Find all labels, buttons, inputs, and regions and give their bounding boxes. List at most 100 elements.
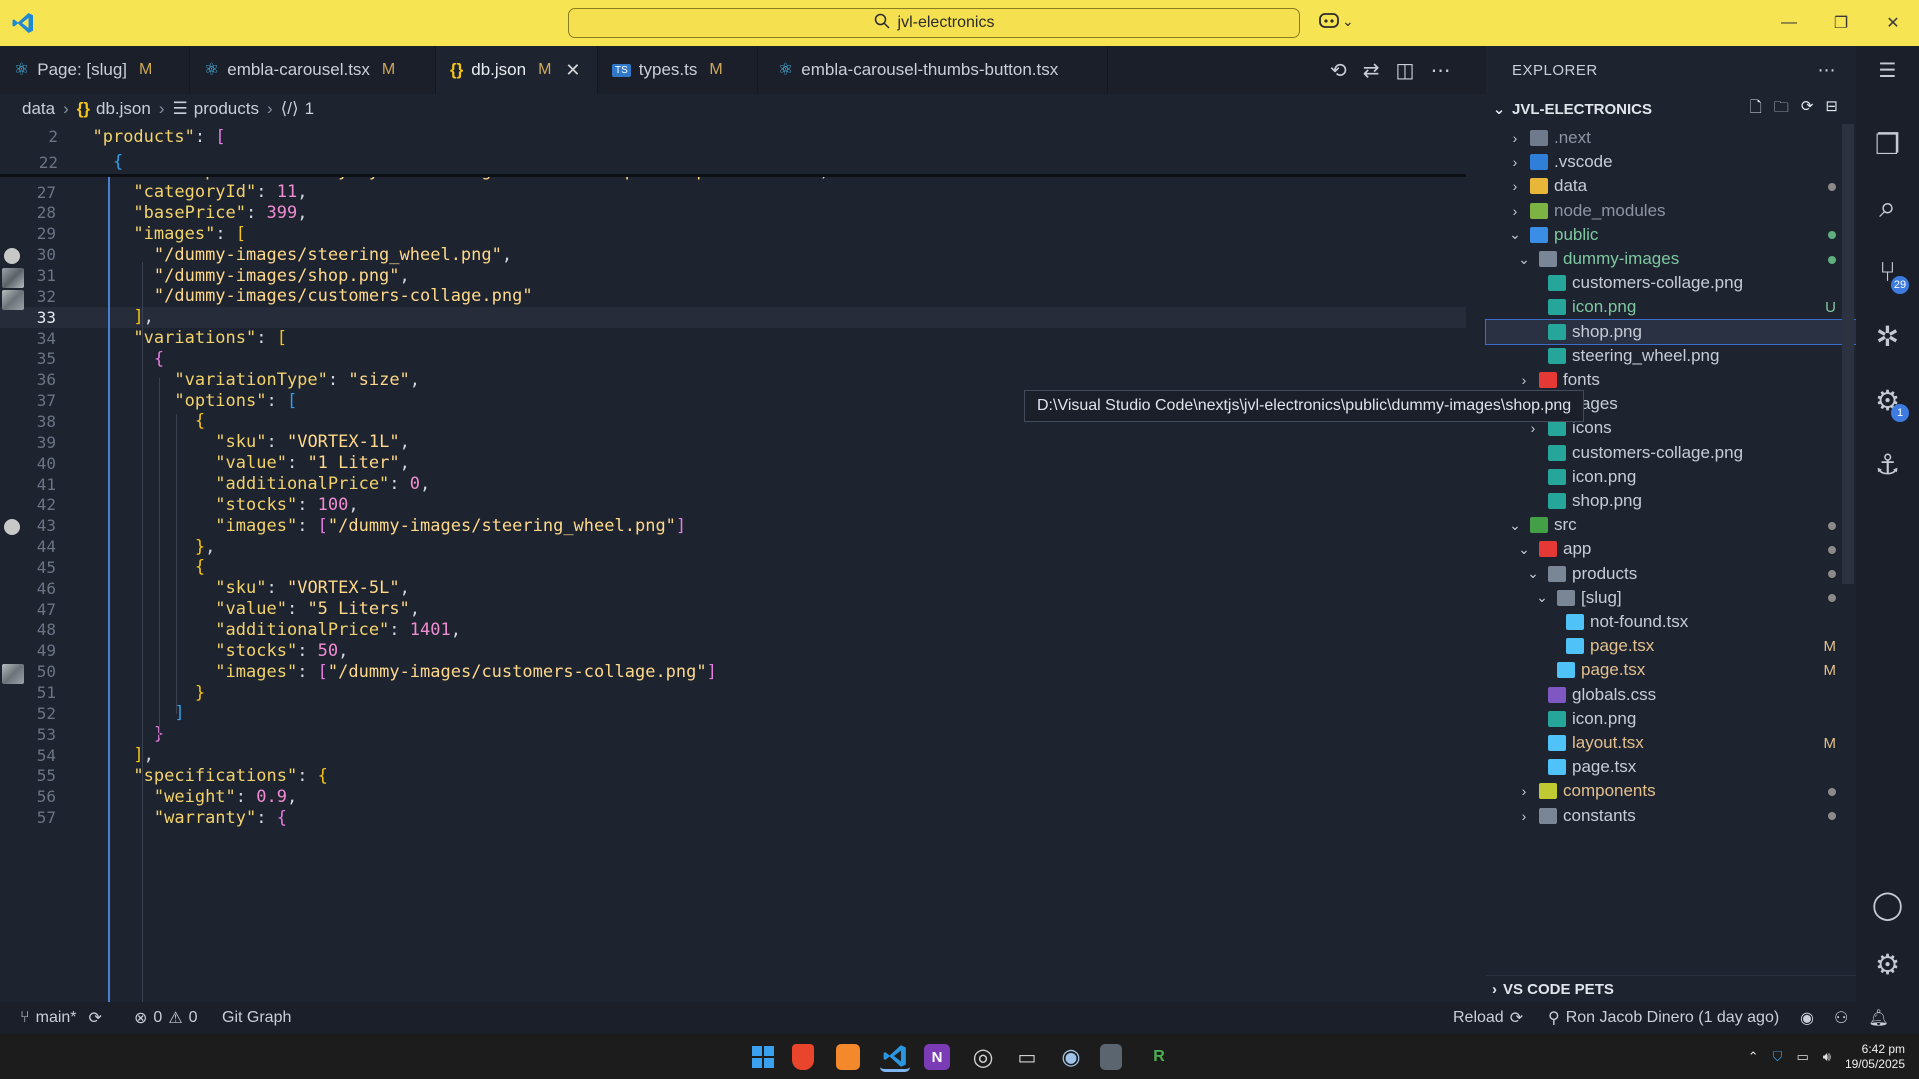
calculator-icon[interactable] — [1100, 1044, 1122, 1070]
code-line[interactable]: 31 "/dummy-images/shop.png", — [0, 265, 1466, 286]
code-line[interactable]: 36 "variationType": "size", — [0, 369, 1466, 390]
copilot-status-icon[interactable]: ◉ — [1800, 1008, 1814, 1028]
tree-item[interactable]: ⌄ dummy-images — [1486, 247, 1856, 271]
split-editor-icon[interactable]: ◫ — [1396, 58, 1415, 83]
vscode-taskbar-icon[interactable] — [880, 1042, 910, 1072]
git-graph-button[interactable]: Git Graph — [222, 1009, 291, 1027]
code-line[interactable]: 33 ], — [0, 306, 1466, 328]
code-line[interactable]: 53 } — [0, 724, 1466, 745]
github-desktop-icon[interactable]: ◎ — [968, 1042, 998, 1072]
project-header[interactable]: ⌄ JVL-ELECTRONICS 🗋 🗀 ⟳ ⊟ — [1486, 94, 1856, 124]
code-line[interactable]: 45 { — [0, 557, 1466, 578]
windows-start-icon[interactable] — [748, 1042, 778, 1072]
tree-item[interactable]: ⌄ products — [1486, 562, 1856, 586]
tree-item[interactable]: shop.png — [1485, 318, 1857, 345]
search-icon[interactable]: ⌕ — [1856, 180, 1919, 236]
breadcrumb-item-file[interactable]: db.json — [96, 99, 151, 119]
refresh-icon[interactable]: ⟳ — [1801, 97, 1814, 122]
source-control-icon[interactable]: ⑂ 29 — [1856, 244, 1919, 300]
debug-icon[interactable]: ✲ — [1856, 308, 1919, 364]
new-file-icon[interactable]: 🗋 — [1750, 97, 1762, 122]
git-blame-indicator[interactable]: ⚲ Ron Jacob Dinero (1 day ago) — [1548, 1008, 1779, 1028]
vscode-logo-icon[interactable] — [0, 0, 46, 46]
tree-item[interactable]: page.tsx M — [1486, 634, 1856, 658]
close-icon[interactable]: ✕ — [1867, 0, 1919, 46]
clock[interactable]: 6:42 pm 19/05/2025 — [1845, 1042, 1905, 1072]
code-line[interactable]: 56 "weight": 0.9, — [0, 786, 1466, 807]
tree-item[interactable]: › components — [1486, 779, 1856, 803]
tree-item[interactable]: › node_modules — [1486, 199, 1856, 223]
tab-embla-carousel-thumbs-button[interactable]: ⚛ embla-carousel-thumbs-button.tsx — [758, 46, 1108, 94]
tree-item[interactable]: › fonts — [1486, 368, 1856, 392]
compare-changes-icon[interactable]: ⇄ — [1363, 58, 1380, 83]
tree-item[interactable]: icon.png U — [1486, 295, 1856, 319]
explorer-icon[interactable]: ❐ — [1856, 116, 1919, 172]
new-folder-icon[interactable]: 🗀 — [1774, 97, 1789, 122]
tree-item[interactable]: shop.png — [1486, 489, 1856, 513]
tree-item[interactable]: › data — [1486, 174, 1856, 198]
code-line[interactable]: 44 }, — [0, 536, 1466, 557]
tree-item[interactable]: icon.png — [1486, 465, 1856, 489]
sublime-text-icon[interactable] — [836, 1044, 860, 1070]
breadcrumb-item-index[interactable]: 1 — [305, 99, 314, 119]
tree-item[interactable]: customers-collage.png — [1486, 271, 1856, 295]
code-line[interactable]: 27 "categoryId": 11, — [0, 182, 1466, 203]
code-line[interactable]: 52 ] — [0, 703, 1466, 724]
code-line[interactable]: 55 "specifications": { — [0, 766, 1466, 787]
tree-item[interactable]: not-found.tsx — [1486, 610, 1856, 634]
code-line[interactable]: 48 "additionalPrice": 1401, — [0, 620, 1466, 641]
code-line[interactable]: 39 "sku": "VORTEX-1L", — [0, 432, 1466, 453]
restore-icon[interactable]: ❐ — [1815, 0, 1867, 46]
command-center-search[interactable]: jvl-electronics — [568, 8, 1300, 38]
tree-item[interactable]: › .vscode — [1486, 150, 1856, 174]
settings-icon[interactable]: ⚙ — [1856, 936, 1919, 992]
tree-item[interactable]: icon.png — [1486, 707, 1856, 731]
breadcrumb-item-products[interactable]: products — [194, 99, 259, 119]
code-line[interactable]: 30 "/dummy-images/steering_wheel.png", — [0, 244, 1466, 265]
sticky-scroll-line[interactable]: 2 "products": [ — [0, 124, 1466, 150]
tree-item[interactable]: page.tsx M — [1486, 658, 1856, 682]
code-line[interactable]: 47 "value": "5 Liters", — [0, 599, 1466, 620]
tab-embla-carousel[interactable]: ⚛ embla-carousel.tsx M — [190, 46, 436, 94]
code-line[interactable]: 35 { — [0, 349, 1466, 370]
tree-item[interactable]: ⌄ app — [1486, 537, 1856, 561]
terminal-icon[interactable]: ▭ — [1012, 1042, 1042, 1072]
breadcrumb-item-data[interactable]: data — [22, 99, 55, 119]
tree-item[interactable]: globals.css — [1486, 683, 1856, 707]
collapse-all-icon[interactable]: ⊟ — [1825, 97, 1838, 122]
app-icon[interactable]: R — [1144, 1042, 1174, 1072]
timeline-icon[interactable]: ⟲ — [1330, 58, 1347, 83]
copilot-button[interactable]: ⌄ — [1318, 11, 1354, 32]
vscode-pets-section[interactable]: › VS CODE PETS — [1486, 975, 1856, 1002]
code-line[interactable]: 54 ], — [0, 745, 1466, 766]
tree-item[interactable]: steering_wheel.png — [1486, 344, 1856, 368]
camera-icon[interactable]: ◉ — [1056, 1042, 1086, 1072]
tree-item[interactable]: ⌄ public — [1486, 223, 1856, 247]
code-line[interactable]: 32 "/dummy-images/customers-collage.png" — [0, 286, 1466, 307]
tree-item[interactable]: ⌄ [slug] — [1486, 586, 1856, 610]
code-line[interactable]: 51 } — [0, 682, 1466, 703]
feedback-icon[interactable]: ⚇ — [1834, 1008, 1848, 1028]
more-actions-icon[interactable]: ⋯ — [1818, 60, 1837, 81]
code-line[interactable]: 29 "images": [ — [0, 223, 1466, 244]
code-line[interactable]: 46 "sku": "VORTEX-5L", — [0, 578, 1466, 599]
onenote-icon[interactable]: N — [924, 1044, 950, 1070]
notifications-icon[interactable]: 🔔︎ — [1868, 1008, 1888, 1028]
menu-icon[interactable]: ☰ — [1856, 46, 1919, 94]
code-line[interactable]: 42 "stocks": 100, — [0, 494, 1466, 515]
more-actions-icon[interactable]: ⋯ — [1430, 58, 1450, 83]
chevron-up-icon[interactable]: ⌃ — [1748, 1049, 1759, 1065]
code-line[interactable]: 40 "value": "1 Liter", — [0, 453, 1466, 474]
tab-types-ts[interactable]: TS types.ts M — [598, 46, 758, 94]
tab-page-slug[interactable]: ⚛ Page: [slug] M — [0, 46, 190, 94]
tree-item[interactable]: › constants — [1486, 804, 1856, 828]
branch-indicator[interactable]: ⑂ main* ⟳ — [20, 1008, 102, 1028]
tree-item[interactable]: ⌄ src — [1486, 513, 1856, 537]
problems-indicator[interactable]: ⊗ 0 ⚠ 0 — [134, 1008, 198, 1028]
defender-icon[interactable]: ⛉ — [1773, 1049, 1783, 1065]
explorer-scrollbar[interactable] — [1842, 124, 1854, 584]
extensions-icon[interactable]: ⚙ 1 — [1856, 372, 1919, 428]
tree-item[interactable]: › .next — [1486, 126, 1856, 150]
minimize-icon[interactable]: — — [1763, 0, 1815, 46]
close-tab-icon[interactable]: ✕ — [565, 60, 580, 81]
